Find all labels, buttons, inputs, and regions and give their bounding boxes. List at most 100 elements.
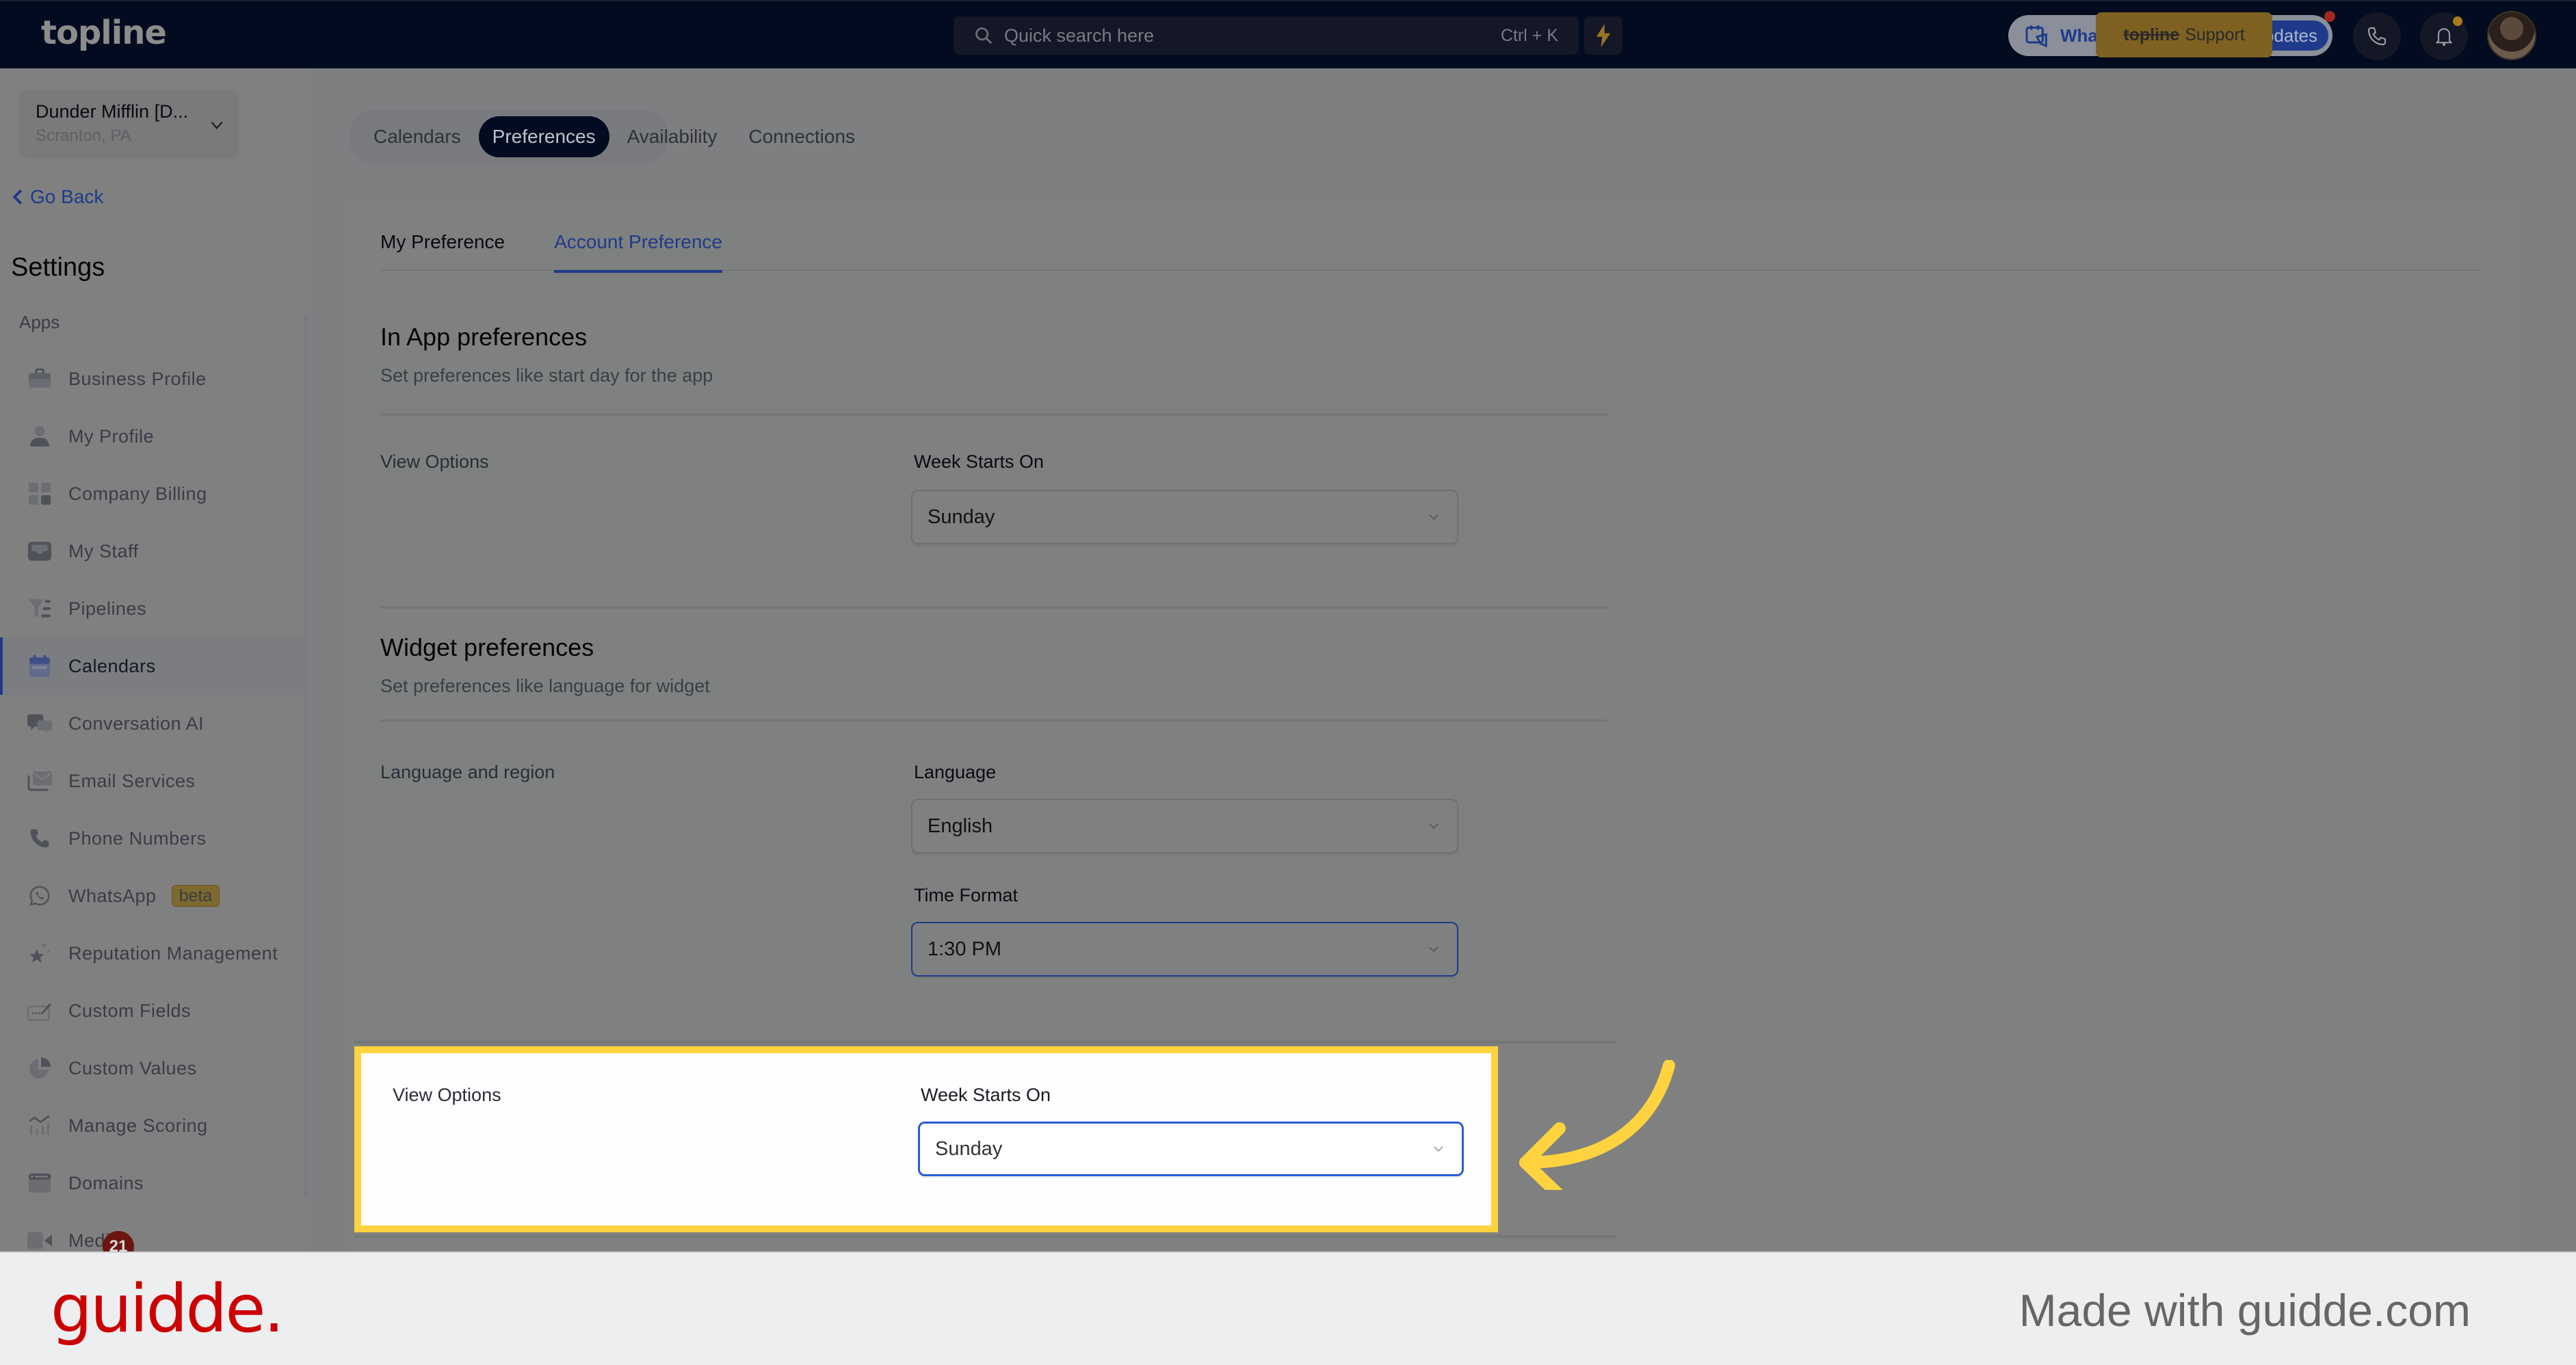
- sidebar-item-my-staff[interactable]: My Staff: [0, 522, 304, 580]
- time-format-label: Time Format: [914, 885, 1018, 905]
- tab-preferences[interactable]: Preferences: [478, 116, 609, 157]
- inbox-icon: [27, 539, 52, 564]
- search-placeholder: Quick search here: [1004, 25, 1155, 46]
- language-select[interactable]: English: [911, 799, 1458, 853]
- view-options-label: View Options: [393, 1085, 501, 1105]
- calendar-settings-tabs: Calendars Preferences Availability Conne…: [349, 109, 855, 164]
- go-back-link[interactable]: Go Back: [12, 186, 103, 208]
- sidebar-item-label: Calendars: [68, 655, 156, 676]
- sidebar-item-label: My Staff: [68, 540, 139, 561]
- sidebar-item-company-billing[interactable]: Company Billing: [0, 465, 304, 522]
- sidebar-item-email-services[interactable]: Email Services: [0, 752, 304, 810]
- language-value: English: [928, 814, 993, 837]
- chevron-left-icon: [12, 189, 23, 204]
- view-options-label: View Options: [380, 451, 489, 472]
- section-divider: [354, 1041, 1617, 1044]
- chevron-down-icon: [1429, 514, 1438, 520]
- widget-preferences-description: Set preferences like language for widget: [380, 676, 710, 696]
- person-icon: [27, 424, 52, 449]
- guidde-footer: guidde. Made with guidde.com: [0, 1251, 2576, 1365]
- lightning-icon: [1596, 24, 1611, 47]
- guidde-logo: guidde.: [51, 1271, 285, 1347]
- phone-icon: [2367, 27, 2387, 46]
- in-app-preferences-description: Set preferences like start day for the a…: [380, 365, 713, 386]
- week-starts-on-value: Sunday: [935, 1137, 1003, 1160]
- sidebar-item-my-profile[interactable]: My Profile: [0, 408, 304, 465]
- sidebar-item-label: My Profile: [68, 425, 155, 447]
- sidebar-item-label: Email Services: [68, 770, 196, 791]
- chevron-down-icon: [1429, 946, 1438, 953]
- week-starts-on-value: Sunday: [928, 505, 995, 528]
- week-starts-on-label: Week Starts On: [914, 451, 1044, 472]
- language-and-region-label: Language and region: [380, 762, 555, 782]
- notifications-button[interactable]: [2420, 12, 2468, 60]
- support-tooltip: topline Support: [2096, 12, 2272, 57]
- envelope-icon: [27, 769, 52, 793]
- beta-badge: beta: [171, 885, 220, 907]
- sidebar-item-label: Custom Values: [68, 1057, 197, 1078]
- apps-group-label: Apps: [19, 312, 60, 332]
- pie-chart-icon: [27, 1056, 52, 1081]
- sidebar-item-custom-fields[interactable]: Custom Fields: [0, 982, 304, 1039]
- sidebar-item-calendars[interactable]: Calendars: [0, 637, 304, 695]
- settings-title: Settings: [11, 253, 105, 282]
- section-divider: [380, 719, 1607, 722]
- sidebar-item-label: Phone Numbers: [68, 827, 207, 849]
- phone-icon: [27, 826, 52, 851]
- phone-button[interactable]: [2353, 12, 2401, 60]
- edit-field-icon: [27, 998, 52, 1023]
- week-starts-on-select-highlighted[interactable]: Sunday: [918, 1122, 1464, 1176]
- tab-my-preference[interactable]: My Preference: [380, 230, 505, 271]
- quick-actions-button[interactable]: [1584, 16, 1622, 55]
- user-avatar[interactable]: [2487, 11, 2536, 60]
- section-divider: [380, 413, 1607, 416]
- week-starts-on-label: Week Starts On: [921, 1085, 1051, 1105]
- sidebar-item-label: Pipelines: [68, 598, 147, 619]
- sidebar-item-phone-numbers[interactable]: Phone Numbers: [0, 810, 304, 867]
- pointer-arrow-icon: [1519, 1060, 1675, 1190]
- made-with-guidde: Made with guidde.com: [2019, 1285, 2471, 1336]
- sidebar-item-label: Conversation AI: [68, 713, 205, 734]
- section-divider: [354, 1235, 1617, 1238]
- account-switcher[interactable]: Dunder Mifflin [D... Scranton, PA: [19, 90, 239, 159]
- settings-nav: Business Profile My Profile Company Bill…: [0, 350, 304, 1269]
- tab-account-preference[interactable]: Account Preference: [554, 230, 722, 273]
- sidebar-item-manage-scoring[interactable]: Manage Scoring: [0, 1097, 304, 1154]
- settings-sidebar: Dunder Mifflin [D... Scranton, PA Go Bac…: [0, 68, 308, 1251]
- sidebar-item-whatsapp[interactable]: WhatsApp beta: [0, 867, 304, 925]
- sidebar-item-reputation-management[interactable]: Reputation Management: [0, 925, 304, 982]
- sidebar-item-pipelines[interactable]: Pipelines: [0, 580, 304, 637]
- support-tooltip-text: Support: [2185, 25, 2245, 44]
- sidebar-item-label: Company Billing: [68, 483, 207, 504]
- sidebar-item-custom-values[interactable]: Custom Values: [0, 1039, 304, 1097]
- widget-preferences-title: Widget preferences: [380, 633, 594, 661]
- week-starts-on-select[interactable]: Sunday: [911, 490, 1458, 544]
- chevron-down-icon: [1429, 823, 1438, 830]
- chevron-down-icon: [1434, 1146, 1443, 1152]
- tab-connections[interactable]: Connections: [735, 116, 869, 157]
- megaphone-icon: [2025, 25, 2047, 48]
- sidebar-item-label: Manage Scoring: [68, 1115, 208, 1136]
- quick-search-input[interactable]: Quick search here Ctrl + K: [954, 16, 1579, 55]
- topline-logo[interactable]: topline: [41, 14, 167, 52]
- sidebar-item-label: Reputation Management: [68, 942, 278, 964]
- tab-calendars[interactable]: Calendars: [360, 116, 475, 157]
- sidebar-item-label: Business Profile: [68, 368, 207, 389]
- notification-dot: [2453, 16, 2462, 26]
- time-format-select[interactable]: 1:30 PM: [911, 922, 1458, 977]
- chevron-down-icon: [211, 121, 223, 129]
- whatsapp-icon: [27, 884, 52, 908]
- updates-notification-dot: [2324, 11, 2335, 22]
- sidebar-item-label: Custom Fields: [68, 1000, 192, 1021]
- calendar-icon: [27, 654, 52, 678]
- highlighted-view-options-row: View Options Week Starts On Sunday: [354, 1046, 1498, 1232]
- sidebar-item-conversation-ai[interactable]: Conversation AI: [0, 695, 304, 752]
- briefcase-icon: [27, 367, 52, 391]
- sidebar-item-domains[interactable]: Domains: [0, 1154, 304, 1212]
- sidebar-item-business-profile[interactable]: Business Profile: [0, 350, 304, 408]
- bell-icon: [2436, 28, 2452, 47]
- tab-availability[interactable]: Availability: [614, 116, 731, 157]
- preference-sub-tabs: My Preference Account Preference: [380, 230, 2480, 273]
- section-divider: [380, 606, 1607, 609]
- calculator-icon: [27, 481, 52, 506]
